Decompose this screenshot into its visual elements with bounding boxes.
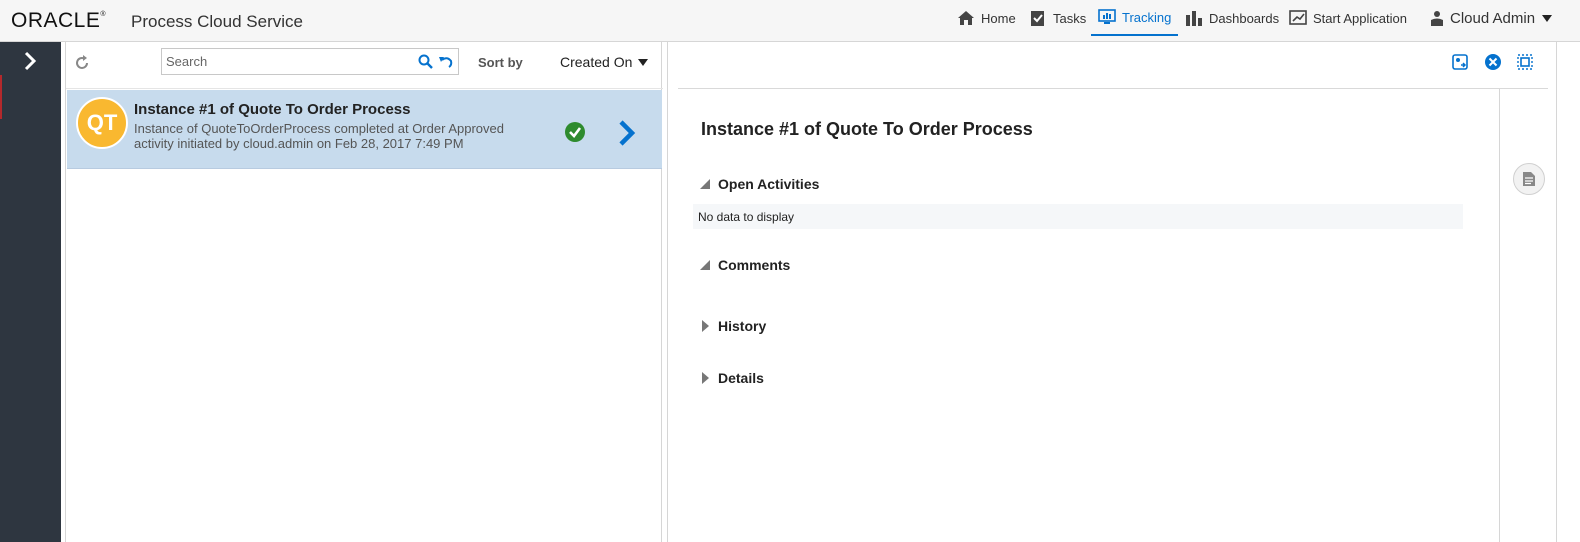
nav-home-label: Home (981, 10, 1016, 26)
document-icon (1523, 172, 1535, 186)
list-item-description: Instance of QuoteToOrderProcess complete… (134, 121, 504, 151)
document-button[interactable] (1513, 163, 1545, 195)
sort-by-label: Sort by (478, 55, 523, 70)
app-header: ORACLE® Process Cloud Service Home Tasks… (0, 0, 1580, 42)
search-field (161, 48, 459, 75)
detail-toolbar (678, 42, 1548, 89)
section-history-label: History (718, 318, 767, 334)
section-details-label: Details (718, 370, 764, 386)
avatar: QT (76, 97, 128, 149)
sort-by-select[interactable]: Created On (560, 54, 649, 70)
instance-detail-pane: Instance #1 of Quote To Order Process Op… (667, 42, 1557, 542)
nav-tracking-label: Tracking (1122, 9, 1172, 25)
refresh-icon[interactable] (72, 53, 92, 73)
tasks-icon (1031, 11, 1044, 26)
instance-list-pane: Sort by Created On QT Instance #1 of Quo… (65, 42, 663, 542)
completed-check-icon (565, 122, 585, 142)
left-rail (0, 42, 61, 542)
nav-dashboards[interactable]: Dashboards (1185, 0, 1279, 36)
undo-icon[interactable] (438, 54, 454, 70)
section-comments-label: Comments (718, 257, 791, 273)
expanded-triangle-icon (700, 179, 710, 189)
tracking-icon (1098, 9, 1116, 24)
list-item-title: Instance #1 of Quote To Order Process (134, 101, 411, 118)
nav-tasks[interactable]: Tasks (1029, 0, 1086, 36)
user-menu[interactable]: Cloud Admin (1430, 0, 1553, 36)
collapsed-triangle-icon (702, 372, 709, 384)
app-title: Process Cloud Service (131, 12, 303, 31)
chevron-right-icon[interactable] (19, 50, 41, 72)
oracle-logo: ORACLE® (11, 9, 107, 32)
home-icon (958, 11, 974, 25)
section-open-activities-label: Open Activities (718, 176, 820, 192)
section-open-activities[interactable]: Open Activities (700, 176, 819, 192)
start-application-icon (1289, 10, 1307, 25)
chevron-down-icon (1542, 14, 1553, 22)
nav-home[interactable]: Home (957, 0, 1016, 36)
section-comments[interactable]: Comments (700, 257, 790, 273)
open-activities-empty: No data to display (693, 204, 1463, 229)
user-icon (1431, 11, 1443, 26)
nav-tracking[interactable]: Tracking (1091, 0, 1179, 36)
collapsed-triangle-icon (702, 320, 709, 332)
section-history[interactable]: History (700, 318, 766, 334)
chevron-down-icon (638, 58, 649, 66)
dashboards-icon (1186, 11, 1202, 26)
nav-start-application-label: Start Application (1313, 10, 1407, 26)
search-icon[interactable] (418, 54, 434, 70)
expanded-triangle-icon (700, 260, 710, 270)
nav-tasks-label: Tasks (1053, 10, 1087, 26)
detail-title: Instance #1 of Quote To Order Process (701, 119, 1033, 139)
section-details[interactable]: Details (700, 370, 764, 386)
sort-by-value: Created On (560, 54, 633, 70)
reassign-icon[interactable] (1451, 53, 1469, 71)
rail-indicator (0, 75, 2, 119)
nav-start-application[interactable]: Start Application (1289, 0, 1407, 36)
maximize-icon[interactable] (1516, 53, 1534, 71)
user-name: Cloud Admin (1450, 9, 1536, 27)
nav-dashboards-label: Dashboards (1209, 10, 1280, 26)
list-toolbar: Sort by Created On (66, 42, 663, 89)
search-input[interactable] (166, 52, 406, 71)
chevron-right-icon[interactable] (617, 120, 637, 146)
list-item[interactable]: QT Instance #1 of Quote To Order Process… (67, 90, 662, 169)
close-icon[interactable] (1484, 53, 1502, 71)
detail-body: Instance #1 of Quote To Order Process Op… (678, 89, 1500, 542)
